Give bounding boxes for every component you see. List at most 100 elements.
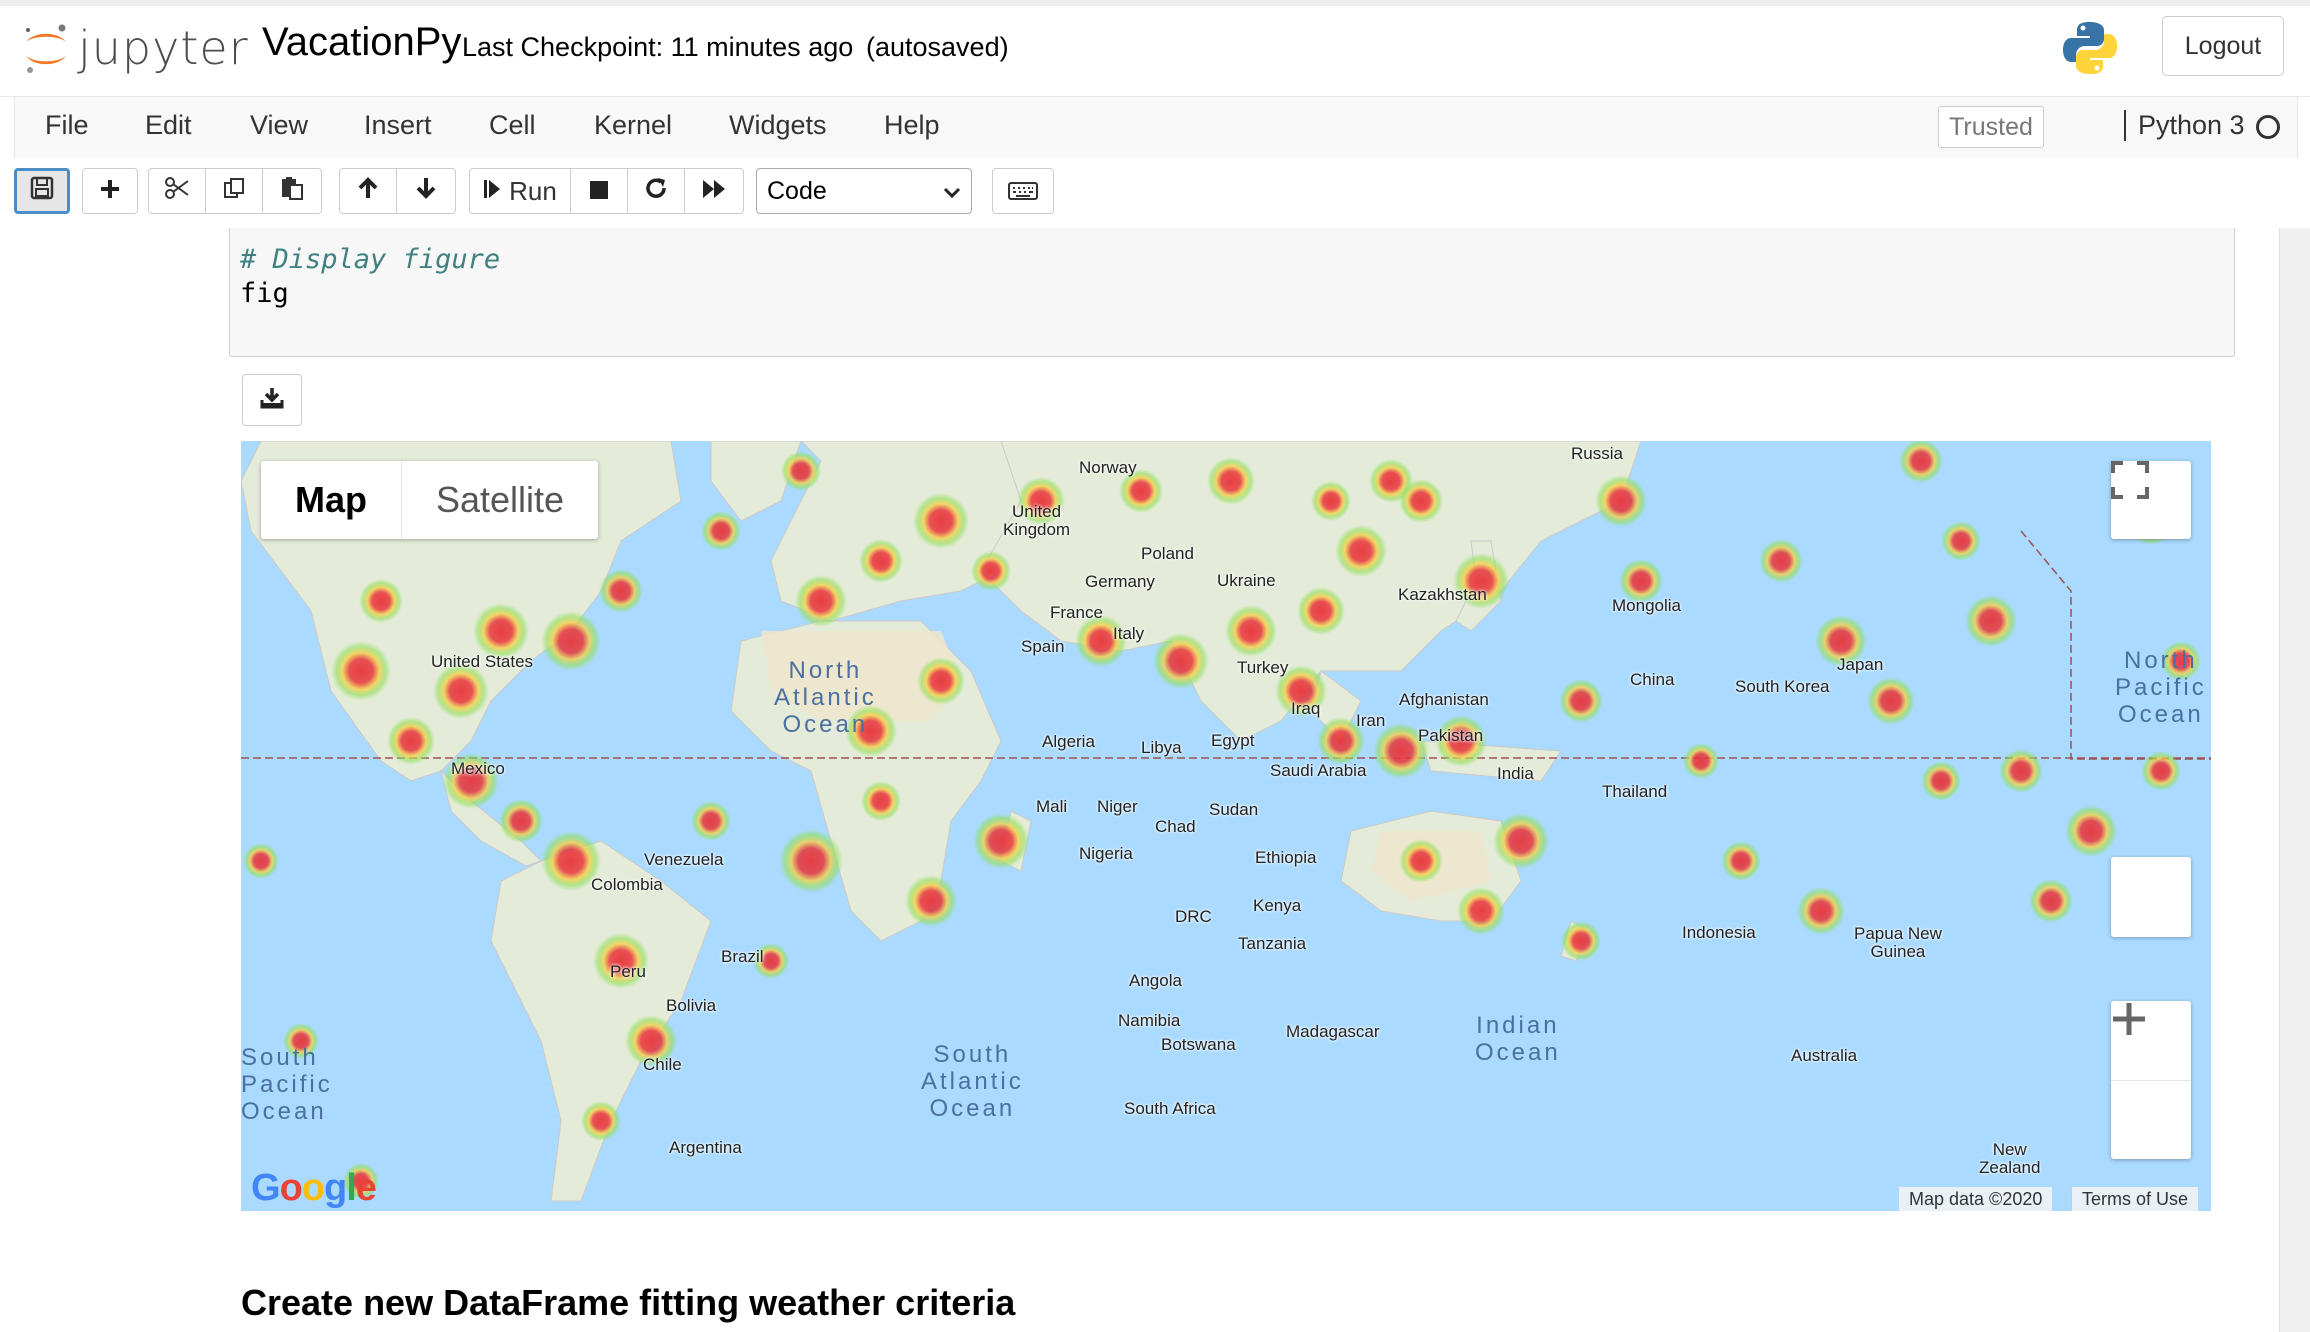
paste-icon: [280, 175, 304, 208]
label-namibia: Namibia: [1118, 1011, 1181, 1030]
fullscreen-button[interactable]: [2111, 461, 2191, 539]
label-kenya: Kenya: [1253, 896, 1302, 915]
label-australia: Australia: [1791, 1046, 1858, 1065]
restart-kernel-button[interactable]: [627, 168, 685, 214]
label-egypt: Egypt: [1211, 731, 1255, 750]
code-line: fig: [240, 278, 289, 309]
trusted-indicator[interactable]: Trusted: [1938, 106, 2044, 148]
label-south-africa: South Africa: [1124, 1099, 1216, 1118]
save-icon: [30, 176, 54, 207]
label-ethiopia: Ethiopia: [1255, 848, 1317, 867]
copy-button[interactable]: [205, 168, 263, 214]
label-argentina: Argentina: [669, 1138, 742, 1157]
markdown-heading: Create new DataFrame fitting weather cri…: [241, 1282, 1016, 1323]
chevron-down-icon: [943, 177, 961, 206]
save-button[interactable]: [14, 168, 70, 214]
label-angola: Angola: [1129, 971, 1182, 990]
label-turkey: Turkey: [1237, 658, 1289, 677]
run-icon: [483, 176, 501, 207]
label-venezuela: Venezuela: [644, 850, 724, 869]
map-type-map-button[interactable]: Map: [261, 461, 402, 539]
move-up-button[interactable]: [339, 168, 397, 214]
cut-button[interactable]: [148, 168, 206, 214]
move-down-button[interactable]: [396, 168, 456, 214]
label-north-atlantic-ocean: North Atlantic Ocean: [774, 657, 877, 738]
menu-widgets[interactable]: Widgets: [729, 110, 827, 141]
menu-view[interactable]: View: [250, 110, 308, 141]
menu-file[interactable]: File: [45, 110, 89, 141]
label-algeria: Algeria: [1042, 732, 1095, 751]
label-france: France: [1050, 603, 1103, 622]
restart-icon: [644, 176, 668, 207]
map-canvas: [241, 441, 2211, 1202]
cell-type-value: Code: [767, 176, 827, 205]
run-label: Run: [509, 175, 557, 206]
google-logo[interactable]: Google: [251, 1167, 377, 1210]
cut-icon: [164, 176, 190, 207]
logo-text: jupyter: [78, 21, 249, 75]
label-mongolia: Mongolia: [1612, 596, 1681, 615]
restart-run-all-button[interactable]: [684, 168, 744, 214]
terms-of-use-link[interactable]: Terms of Use: [2071, 1187, 2199, 1211]
logout-button[interactable]: Logout: [2162, 16, 2284, 76]
label-mexico: Mexico: [451, 759, 505, 778]
run-button[interactable]: Run: [469, 168, 571, 214]
notebook-name[interactable]: VacationPy: [262, 20, 461, 65]
keyboard-icon: [1008, 176, 1038, 207]
label-thailand: Thailand: [1602, 782, 1668, 801]
download-button[interactable]: [242, 374, 302, 426]
label-nigeria: Nigeria: [1079, 844, 1133, 863]
stop-icon: [589, 176, 609, 207]
arrow-up-icon: [357, 176, 379, 207]
label-ukraine: Ukraine: [1217, 571, 1276, 590]
label-chad: Chad: [1155, 817, 1196, 836]
code-comment: # Display figure: [240, 244, 501, 275]
python-logo-icon: [2060, 18, 2120, 78]
menu-kernel[interactable]: Kernel: [594, 110, 672, 141]
label-new-zealand: New Zealand: [1979, 1140, 2041, 1177]
menu-cell[interactable]: Cell: [489, 110, 536, 141]
top-rule: [0, 0, 2310, 6]
kernel-idle-icon: [2256, 115, 2280, 139]
menu-help[interactable]: Help: [884, 110, 940, 141]
plus-icon: [99, 176, 121, 207]
label-afghanistan: Afghanistan: [1399, 690, 1489, 709]
label-south-pacific-ocean: South Pacific Ocean: [241, 1044, 333, 1125]
download-icon: [260, 387, 284, 414]
menu-edit[interactable]: Edit: [145, 110, 192, 141]
label-pakistan: Pakistan: [1418, 726, 1484, 745]
checkpoint-status: Last Checkpoint: 11 minutes ago: [462, 32, 854, 62]
cell-type-select[interactable]: Code: [756, 168, 972, 214]
code-cell-input[interactable]: [229, 228, 2235, 357]
jupyter-logo[interactable]: jupyter: [22, 20, 249, 76]
page-scrollbar[interactable]: [2279, 228, 2310, 1332]
label-south-korea: South Korea: [1735, 677, 1830, 696]
paste-button[interactable]: [262, 168, 322, 214]
kernel-name: Python 3: [2124, 110, 2245, 141]
header-bar: jupyter VacationPy Last Checkpoint: 11 m…: [0, 0, 2310, 97]
street-view-button[interactable]: [2111, 857, 2191, 937]
autosave-status: (autosaved): [866, 32, 1009, 62]
label-papua-new-guinea: Papua New Guinea: [1854, 924, 1942, 961]
interrupt-button[interactable]: [570, 168, 628, 214]
label-south-atlantic-ocean: South Atlantic Ocean: [921, 1041, 1024, 1122]
menu-insert[interactable]: Insert: [364, 110, 432, 141]
label-sudan: Sudan: [1209, 800, 1259, 819]
label-china: China: [1630, 670, 1675, 689]
insert-cell-button[interactable]: [82, 168, 138, 214]
map-type-satellite-button[interactable]: Satellite: [402, 461, 598, 539]
label-india: India: [1497, 764, 1534, 783]
label-peru: Peru: [610, 962, 646, 981]
label-united-states: United States: [431, 652, 534, 671]
label-saudi-arabia: Saudi Arabia: [1270, 761, 1367, 780]
label-niger: Niger: [1097, 797, 1138, 816]
label-drc: DRC: [1175, 907, 1212, 926]
command-palette-button[interactable]: [992, 168, 1054, 214]
label-russia: Russia: [1571, 444, 1623, 463]
label-tanzania: Tanzania: [1238, 934, 1307, 953]
zoom-out-button[interactable]: [2111, 1016, 2191, 1159]
label-madagascar: Madagascar: [1286, 1022, 1380, 1041]
jupyter-logo-icon: [22, 20, 70, 76]
fast-forward-icon: [701, 176, 727, 207]
heatmap-map[interactable]: Map Satellite Norway Russia United Kingd…: [241, 441, 2211, 1211]
